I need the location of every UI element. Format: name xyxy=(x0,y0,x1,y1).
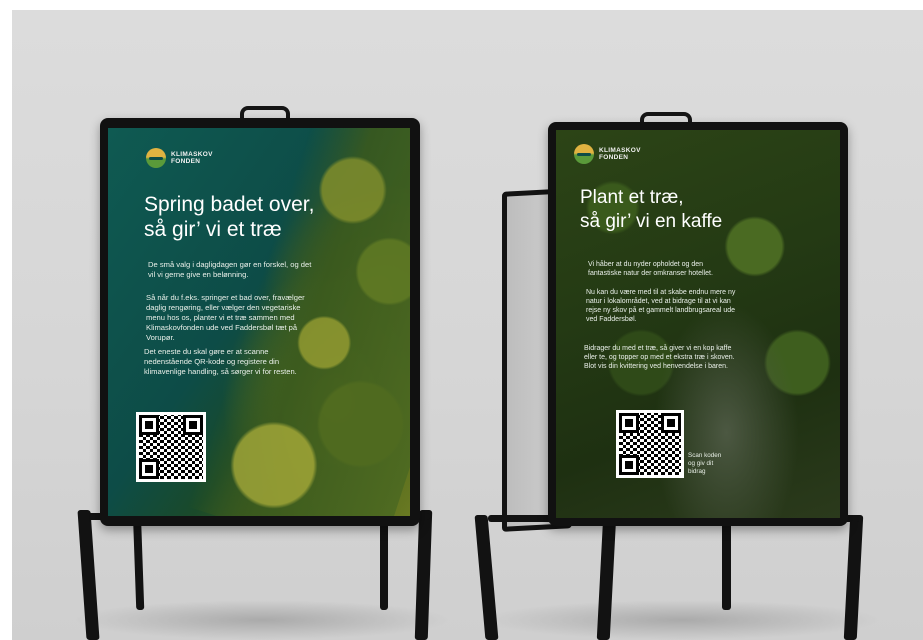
poster-left-brand-line2: FONDEN xyxy=(171,158,201,165)
poster-left-headline: Spring badet over, så gir’ vi et træ xyxy=(144,193,315,241)
poster-right-brand-text: KLIMASKOV FONDEN xyxy=(599,147,641,161)
floor-shadow-right xyxy=(482,600,882,640)
poster-right-brand-line2: FONDEN xyxy=(599,154,629,161)
poster-left-qr-code[interactable] xyxy=(136,412,206,482)
poster-right-paragraph-2: Nu kan du være med til at skabe endnu me… xyxy=(586,289,736,323)
poster-right-brand: KLIMASKOV FONDEN xyxy=(574,144,641,164)
scene-background: KLIMASKOV FONDEN Spring badet over, så g… xyxy=(12,10,923,640)
qr-finder-bottom-left xyxy=(139,459,159,479)
qr-code-pattern xyxy=(619,413,681,475)
qr-finder-bottom-left xyxy=(619,455,639,475)
qr-code-pattern xyxy=(139,415,203,479)
poster-right-qr-code[interactable] xyxy=(616,410,684,478)
poster-left-brand: KLIMASKOV FONDEN xyxy=(146,148,213,168)
qr-finder-top-left xyxy=(139,415,159,435)
poster-right-scan-note: Scan koden og giv dit bidrag xyxy=(688,452,722,475)
poster-right-headline: Plant et træ, så gir’ vi en kaffe xyxy=(580,187,723,232)
sign-right-rear-leg-left xyxy=(474,515,499,640)
poster-left-paragraph-2: Så når du f.eks. springer et bad over, f… xyxy=(146,293,305,342)
floor-shadow-left xyxy=(72,600,452,640)
poster-left: KLIMASKOV FONDEN Spring badet over, så g… xyxy=(108,128,410,516)
klimaskov-logo-icon xyxy=(146,148,166,168)
poster-right-paragraph-3: Bidrager du med et træ, så giver vi en k… xyxy=(584,345,735,370)
poster-left-brand-line1: KLIMASKOV xyxy=(171,151,213,158)
poster-right: KLIMASKOV FONDEN Plant et træ, så gir’ v… xyxy=(556,130,840,518)
qr-finder-top-right xyxy=(661,413,681,433)
poster-right-brand-line1: KLIMASKOV xyxy=(599,147,641,154)
poster-right-paragraph-1: Vi håber at du nyder opholdet og den fan… xyxy=(588,261,713,277)
poster-left-paragraph-1: De små valg i dagligdagen gør en forskel… xyxy=(148,260,312,279)
klimaskov-logo-icon xyxy=(574,144,594,164)
qr-finder-top-right xyxy=(183,415,203,435)
qr-finder-top-left xyxy=(619,413,639,433)
poster-left-brand-text: KLIMASKOV FONDEN xyxy=(171,151,213,165)
poster-left-paragraph-3: Det eneste du skal gøre er at scanne ned… xyxy=(144,347,297,376)
